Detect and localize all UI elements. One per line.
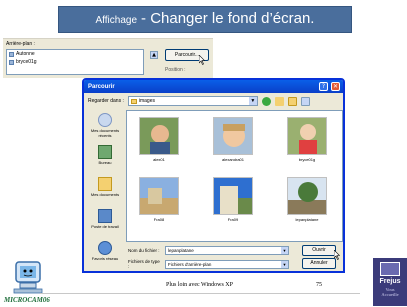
list-item[interactable]: Autonne [7,50,143,58]
place-network[interactable]: Favoris réseau [86,238,124,270]
browse-titlebar: Parcourir [84,80,343,93]
file-thumbnail[interactable]: alex01 [135,117,183,162]
filename-label: Nom du fichier : [128,248,160,253]
file-name: Fra08 [153,217,165,222]
file-thumbnail[interactable]: bryce01g [283,117,331,162]
place-recent[interactable]: Mes documents récents [86,110,124,142]
filetype-select[interactable]: Fichiers d'arrière-plan ▼ [165,259,289,269]
chevron-down-icon[interactable]: ▼ [281,247,288,254]
browse-window: Parcourir ? ✕ Regarder dans : images ▼ M… [82,78,345,273]
filetype-value: Fichiers d'arrière-plan [168,261,212,267]
place-label: Bureau [98,160,112,165]
thumbnail-image [213,117,253,155]
folder-icon [130,98,137,104]
close-button[interactable]: ✕ [331,82,340,91]
mouse-cursor-icon [199,55,205,65]
filetype-row: Fichiers de type : Fichiers d'arrière-pl… [128,259,289,269]
file-name: alexandra01 [221,157,245,162]
brand-name: MICROCAM06 [4,296,50,304]
views-menu-icon[interactable] [300,96,310,106]
footer-title: Plus loin avec Windows XP [166,282,233,288]
my-computer-icon [98,209,112,223]
file-name: lepanplatane [295,217,319,222]
browse-toolbar: Regarder dans : images ▼ [84,94,343,108]
position-label: Position : [165,67,186,73]
desktop-icon [98,145,112,159]
place-label: Favoris réseau [91,256,119,261]
image-file-icon [9,51,14,57]
lookin-label: Regarder dans : [88,98,124,104]
cancel-button[interactable]: Annuler [302,258,336,269]
browse-title: Parcourir [88,83,115,90]
crest-tagline: Vous Accueille [381,287,399,297]
thumbnail-image [287,177,327,215]
place-label: Mes documents récents [90,128,120,138]
crest-name: Frejus [379,278,401,285]
file-name: Fra09 [227,217,239,222]
filetype-label: Fichiers de type : [128,259,160,269]
place-my-documents[interactable]: Mes documents [86,174,124,206]
slide-title: Affichage - Changer le fond d’écran. [58,6,352,33]
thumbnail-image [139,177,179,215]
thumbnail-image [213,177,253,215]
thumbnail-image [139,117,179,155]
filename-value: lepanplatane [168,248,194,253]
list-item[interactable]: bryce01g [7,58,143,66]
background-list-label: Arrière-plan : [6,41,35,47]
place-label: Poste de travail [91,224,119,229]
place-my-computer[interactable]: Poste de travail [86,206,124,238]
help-button[interactable]: ? [319,82,328,91]
file-thumbnail[interactable]: alexandra01 [209,117,257,162]
image-file-icon [9,59,14,65]
my-documents-icon [98,177,112,191]
lookin-dropdown[interactable]: images ▼ [127,96,258,106]
files-pane: alex01 alexandra01 bryce01g Fra08 Fra09 … [126,110,343,242]
file-thumbnail[interactable]: lepanplatane [283,177,331,222]
file-name: bryce01g [298,157,316,162]
list-item-label: Autonne [16,51,35,57]
mouse-cursor-icon [334,250,340,260]
page-number: 75 [316,282,322,288]
place-label: Mes documents [90,192,120,197]
title-prefix: Affichage [95,15,138,26]
footer-divider [40,293,360,294]
file-name: alex01 [153,157,165,162]
filename-input[interactable]: lepanplatane ▼ [165,246,289,255]
city-emblem-icon [380,262,400,276]
recent-documents-icon [98,113,112,127]
chevron-down-icon[interactable]: ▼ [248,97,257,105]
background-dialog: Arrière-plan : Autonne bryce01g ▲ Parcou… [3,38,213,78]
computer-mascot-icon [13,261,43,294]
new-folder-icon[interactable] [287,96,297,106]
scroll-up-button[interactable]: ▲ [150,51,158,59]
file-thumbnail[interactable]: Fra08 [135,177,183,222]
open-button[interactable]: Ouvrir [302,245,336,256]
frejus-crest: Frejus Vous Accueille [373,258,407,306]
network-places-icon [98,241,112,255]
places-bar: Mes documents récents Bureau Mes documen… [86,110,124,271]
back-icon[interactable] [261,96,271,106]
filename-row: Nom du fichier : lepanplatane ▼ [128,246,289,255]
place-desktop[interactable]: Bureau [86,142,124,174]
up-folder-icon[interactable] [274,96,284,106]
list-item-label: bryce01g [16,59,37,65]
thumbnail-image [287,117,327,155]
chevron-down-icon[interactable]: ▼ [281,260,288,268]
title-main: - Changer le fond d’écran. [141,10,315,27]
file-thumbnail[interactable]: Fra09 [209,177,257,222]
lookin-value: images [138,98,155,104]
background-list[interactable]: Autonne bryce01g [6,49,144,75]
slide: Affichage - Changer le fond d’écran. Arr… [0,0,407,307]
